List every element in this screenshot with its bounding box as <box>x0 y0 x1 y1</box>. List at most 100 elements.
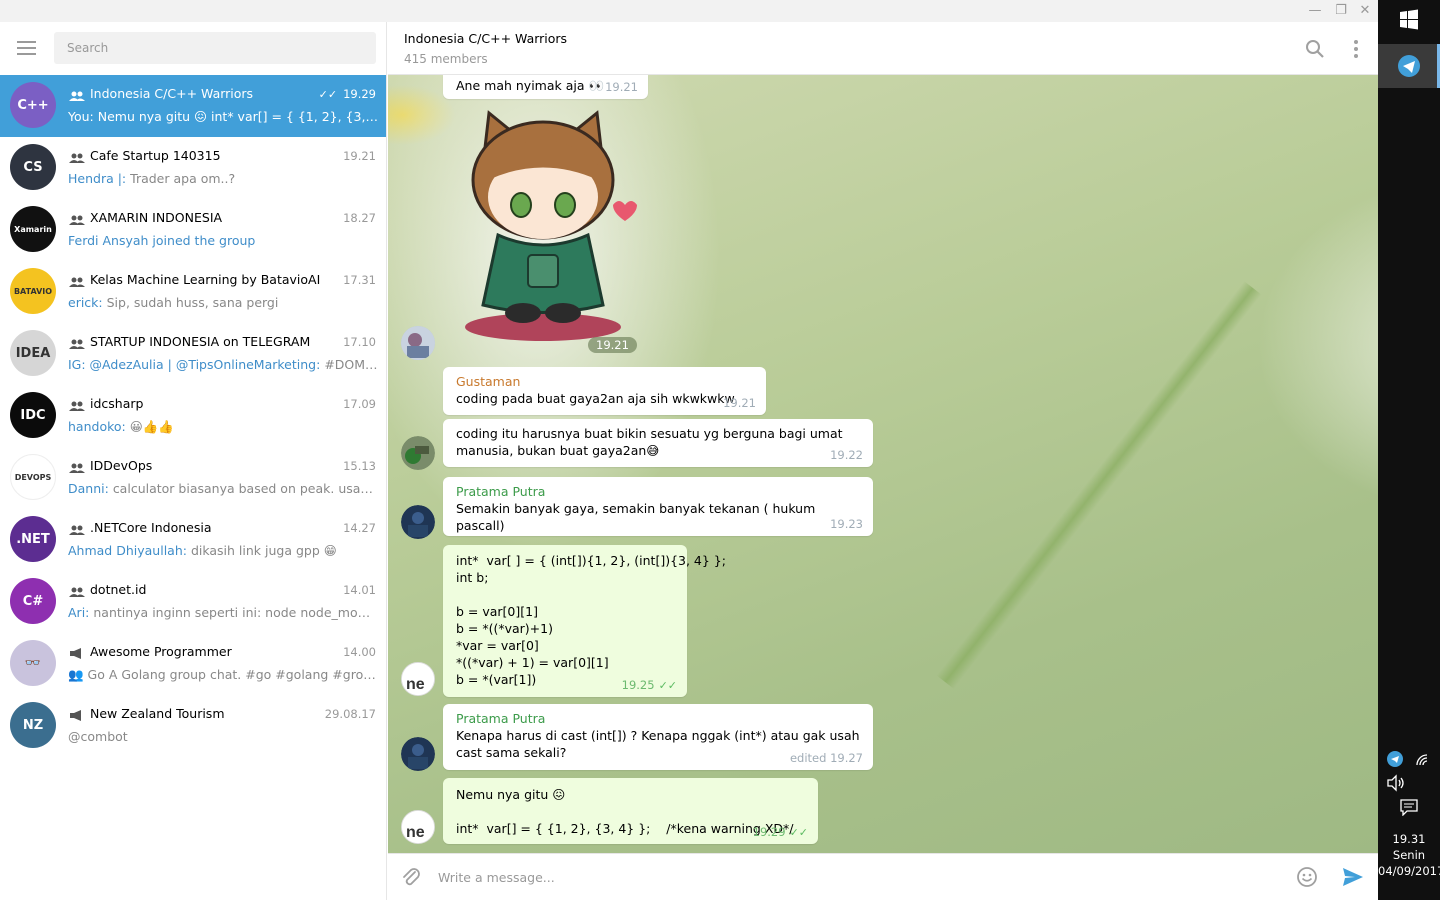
dialog-time-text: 19.21 <box>343 149 376 163</box>
telegram-tray-icon[interactable] <box>1386 750 1404 771</box>
dialog-last-message: 👥 Go A Golang group chat. #go #golang #g… <box>68 667 378 683</box>
message-bubble[interactable]: Nemu nya gitu 😖 int* var[] = { {1, 2}, {3… <box>443 778 818 844</box>
channel-megaphone-icon <box>68 709 86 721</box>
message-bubble[interactable]: Pratama Putra Kenapa harus di cast (int[… <box>443 704 873 770</box>
dialog-item[interactable]: .NET .NETCore Indonesia 14.27 Ahmad Dhiyaul… <box>0 509 386 571</box>
window-titlebar: — ❐ ✕ <box>0 0 1378 22</box>
restore-button[interactable]: ❐ <box>1330 2 1352 20</box>
last-message-text: nantinya inginn seperti ini: node node_m… <box>93 605 378 620</box>
message-line: int b; <box>456 570 489 585</box>
chat-header[interactable]: Indonesia C/C++ Warriors 415 members <box>388 22 1378 75</box>
message-time: 19.21 <box>723 396 756 410</box>
user-avatar[interactable]: ne <box>401 662 435 696</box>
volume-icon[interactable] <box>1386 774 1406 795</box>
last-message-text: Trader apa om..? <box>130 171 236 186</box>
message-text: coding pada buat gaya2an aja sih wkwkwkw <box>456 391 735 406</box>
dialog-item[interactable]: BATAVIO Kelas Machine Learning by Batavio… <box>0 261 386 323</box>
paperclip-icon[interactable] <box>400 866 422 888</box>
group-icon <box>68 151 86 163</box>
message-bubble[interactable]: coding itu harusnya buat bikin sesuatu y… <box>443 419 873 467</box>
dialog-name: New Zealand Tourism <box>90 706 225 721</box>
message-line <box>456 803 805 820</box>
clock-date: 04/09/2017 <box>1378 864 1440 878</box>
dialog-last-message: IG: @AdezAulia | @TipsOnlineMarketing: #… <box>68 357 378 372</box>
group-icon <box>68 275 86 287</box>
action-center-icon[interactable] <box>1399 798 1419 819</box>
message-time: 19.29 ✓✓ <box>752 825 808 839</box>
last-message-text: calculator biasanya based on peak. usage… <box>112 481 378 496</box>
dialog-list: C++ Indonesia C/C++ Warriors ✓✓ 19.29 You: N… <box>0 75 386 757</box>
system-clock[interactable]: 19.31 Senin 04/09/2017 <box>1378 831 1440 879</box>
dialog-time: 17.10 <box>343 335 376 349</box>
last-message-text: Nemu nya gitu 😖 int* var[] = { {1, 2}, {… <box>97 109 378 124</box>
dialog-item[interactable]: DEVOPS IDDevOps 15.13 Danni: calculator bia… <box>0 447 386 509</box>
message-text: coding itu harusnya buat bikin sesuatu y… <box>456 426 843 458</box>
message-bubble[interactable]: Gustaman coding pada buat gaya2an aja si… <box>443 367 766 415</box>
dialog-item[interactable]: C++ Indonesia C/C++ Warriors ✓✓ 19.29 You: N… <box>0 75 386 137</box>
dialog-item[interactable]: IDEA STARTUP INDONESIA on TELEGRAM 17.10 IG… <box>0 323 386 385</box>
more-vertical-icon[interactable] <box>1352 38 1360 60</box>
close-button[interactable]: ✕ <box>1354 2 1376 20</box>
minimize-button[interactable]: — <box>1304 2 1326 20</box>
windows-taskbar: 19.31 Senin 04/09/2017 <box>1378 0 1440 900</box>
message-bubble[interactable]: Pratama Putra Semakin banyak gaya, semak… <box>443 477 873 536</box>
last-message-sender: IG: @AdezAulia | @TipsOnlineMarketing: <box>68 357 321 372</box>
windows-start-icon[interactable] <box>1378 0 1440 40</box>
last-message-sender: erick: <box>68 295 103 310</box>
search-input[interactable] <box>54 32 376 64</box>
dialog-name: Kelas Machine Learning by BatavioAI <box>90 272 321 287</box>
hamburger-menu-icon[interactable] <box>17 41 36 55</box>
sender-name[interactable]: Gustaman <box>456 373 753 390</box>
last-message-sender: handoko: <box>68 419 126 434</box>
dialog-avatar: IDC <box>10 392 56 438</box>
dialog-time-text: 17.09 <box>343 397 376 411</box>
dialog-item[interactable]: CS Cafe Startup 140315 19.21 Hendra |: Trad… <box>0 137 386 199</box>
dialog-time: ✓✓ 19.29 <box>319 87 376 101</box>
last-message-text: dikasih link juga gpp 😁 <box>190 543 337 558</box>
wifi-icon[interactable] <box>1414 752 1430 771</box>
dialog-name: IDDevOps <box>90 458 153 473</box>
message-bubble[interactable]: int* var[ ] = { (int[]){1, 2}, (int[]){3… <box>443 545 726 697</box>
search-icon[interactable] <box>1304 38 1326 60</box>
send-icon[interactable] <box>1341 866 1365 888</box>
dialog-item[interactable]: 👓 Awesome Programmer 14.00 👥 Go A Golang gr… <box>0 633 386 695</box>
dialog-avatar: .NET <box>10 516 56 562</box>
message-time: 19.23 <box>830 517 863 531</box>
sender-name[interactable]: Pratama Putra <box>456 483 860 500</box>
message-time: 19.25 ✓✓ <box>621 678 677 692</box>
dialog-item[interactable]: IDC idcsharp 17.09 handoko: 😀👍👍 <box>0 385 386 447</box>
group-icon <box>68 213 86 225</box>
message-line <box>456 586 674 603</box>
user-avatar[interactable]: ne <box>401 810 435 844</box>
user-avatar[interactable] <box>401 326 435 360</box>
dialog-avatar: CS <box>10 144 56 190</box>
message-history[interactable]: Ane mah nyimak aja 👀 19.21 19.21 Gustama… <box>388 75 1378 853</box>
dialog-last-message: You: Nemu nya gitu 😖 int* var[] = { {1, … <box>68 109 378 124</box>
sender-name[interactable]: Pratama Putra <box>456 710 860 727</box>
user-avatar[interactable] <box>401 436 435 470</box>
dialog-item[interactable]: C# dotnet.id 14.01 Ari: nantinya inginn sep… <box>0 571 386 633</box>
last-message-text: #DOMnew... <box>324 357 378 372</box>
message-bubble[interactable]: Ane mah nyimak aja 👀 19.21 <box>443 75 648 99</box>
dialog-avatar: C# <box>10 578 56 624</box>
user-avatar[interactable] <box>401 737 435 771</box>
svg-text:ne: ne <box>406 824 425 841</box>
message-text: Semakin banyak gaya, semakin banyak teka… <box>456 501 816 533</box>
dialog-name: STARTUP INDONESIA on TELEGRAM <box>90 334 311 349</box>
last-message-text: 👥 Go A Golang group chat. #go #golang #g… <box>68 667 378 682</box>
dialog-item[interactable]: Xamarin XAMARIN INDONESIA 18.27 Ferdi Ansya… <box>0 199 386 261</box>
message-line: int* var[ ] = { (int[]){1, 2}, (int[]){3… <box>456 553 726 568</box>
clock-time: 19.31 <box>1392 832 1426 846</box>
telegram-taskbar-icon[interactable] <box>1378 44 1440 88</box>
dialog-name-row: IDDevOps <box>68 458 152 473</box>
message-input[interactable] <box>438 864 1278 890</box>
user-avatar[interactable] <box>401 505 435 539</box>
emoji-icon[interactable] <box>1296 866 1318 888</box>
dialog-name: idcsharp <box>90 396 144 411</box>
message-time: 19.21 <box>605 80 638 94</box>
message-line: *((*var) + 1) = var[0][1] <box>456 655 609 670</box>
last-message-text: 😀👍👍 <box>129 419 174 434</box>
dialog-avatar: Xamarin <box>10 206 56 252</box>
dialog-item[interactable]: NZ New Zealand Tourism 29.08.17 @combot <box>0 695 386 757</box>
cat-girl-sticker[interactable] <box>443 105 643 345</box>
